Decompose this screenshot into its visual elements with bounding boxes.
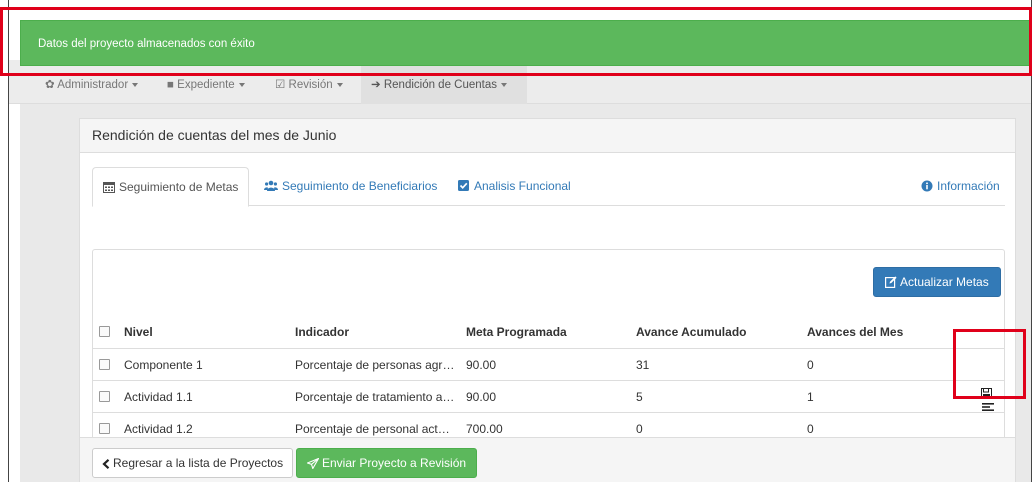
cell-avance-acumulado: 5 xyxy=(636,390,643,404)
tab-seguimiento-beneficiarios[interactable]: Seguimiento de Beneficiarios xyxy=(254,167,447,206)
send-icon xyxy=(305,457,320,470)
rendicion-panel: Rendición de cuentas del mes de Junio Se… xyxy=(79,118,1016,482)
edit-icon xyxy=(885,276,897,289)
cell-avances-mes: 1 xyxy=(807,390,814,404)
table-row: Actividad 1.1 Porcentaje de tratamiento … xyxy=(93,380,1004,412)
gear-icon: ✿ xyxy=(45,79,55,91)
panel-body: Seguimiento de Metas Seguimiento de Bene… xyxy=(80,153,1015,445)
chevron-left-icon xyxy=(102,458,110,470)
panel-footer: Regresar a la lista de Proyectos Enviar … xyxy=(80,437,1015,482)
row-checkbox[interactable] xyxy=(99,423,110,434)
column-header-avance-acumulado: Avance Acumulado xyxy=(636,325,747,339)
nav-revision[interactable]: ☑ Revisión xyxy=(275,60,343,104)
save-icon[interactable] xyxy=(981,388,992,399)
edit-icon: ☑ xyxy=(275,79,286,91)
caret-down-icon xyxy=(132,82,139,87)
caret-down-icon xyxy=(501,82,508,87)
users-icon xyxy=(264,180,278,191)
checkbox-icon xyxy=(458,180,469,191)
column-header-indicador: Indicador xyxy=(295,325,350,339)
success-alert: Datos del proyecto almacenados con éxito xyxy=(20,20,1032,66)
cell-avances-mes: 0 xyxy=(807,358,814,372)
table-row: Componente 1 Porcentaje de personas agre… xyxy=(93,348,1004,380)
select-all-checkbox[interactable] xyxy=(99,326,110,337)
info-circle-icon xyxy=(921,180,933,192)
tab-informacion[interactable]: Información xyxy=(911,167,1010,206)
tab-bar: Seguimiento de Metas Seguimiento de Bene… xyxy=(92,167,1005,207)
folder-icon: ■ xyxy=(167,79,174,91)
cell-meta-programada: 90.00 xyxy=(466,390,497,404)
tab-seguimiento-metas[interactable]: Seguimiento de Metas xyxy=(92,167,250,207)
caret-down-icon xyxy=(238,82,245,87)
send-to-review-button[interactable]: Enviar Proyecto a Revisión xyxy=(296,448,478,478)
panel-title: Rendición de cuentas del mes de Junio xyxy=(80,119,1015,153)
tab-analisis-funcional[interactable]: Analisis Funcional xyxy=(448,167,581,206)
column-header-meta-programada: Meta Programada xyxy=(466,325,567,339)
cell-nivel: Componente 1 xyxy=(124,358,203,372)
row-actions xyxy=(981,388,1004,411)
cell-indicador: Porcentaje de personas agregadas xyxy=(295,358,456,372)
arrow-right-icon: ➔ xyxy=(371,79,381,91)
row-checkbox[interactable] xyxy=(99,359,110,370)
cell-nivel: Actividad 1.1 xyxy=(124,390,193,404)
nav-rendicion-de-cuentas[interactable]: ➔ Rendición de Cuentas xyxy=(361,60,527,104)
cell-indicador: Porcentaje de tratamiento aplicado xyxy=(295,390,456,404)
cell-avance-acumulado: 31 xyxy=(636,358,650,372)
actualizar-metas-button[interactable]: Actualizar Metas xyxy=(873,267,1001,297)
column-header-nivel: Nivel xyxy=(124,325,153,339)
column-header-avances-mes: Avances del Mes xyxy=(807,325,904,339)
metas-box: Actualizar Metas Nivel Indicador Meta Pr… xyxy=(92,249,1005,445)
back-to-projects-button[interactable]: Regresar a la lista de Proyectos xyxy=(92,448,294,478)
row-checkbox[interactable] xyxy=(99,391,110,402)
cell-meta-programada: 90.00 xyxy=(466,358,497,372)
table-header: Nivel Indicador Meta Programada Avance A… xyxy=(93,316,1004,348)
caret-down-icon xyxy=(336,82,343,87)
calendar-icon xyxy=(103,182,115,193)
